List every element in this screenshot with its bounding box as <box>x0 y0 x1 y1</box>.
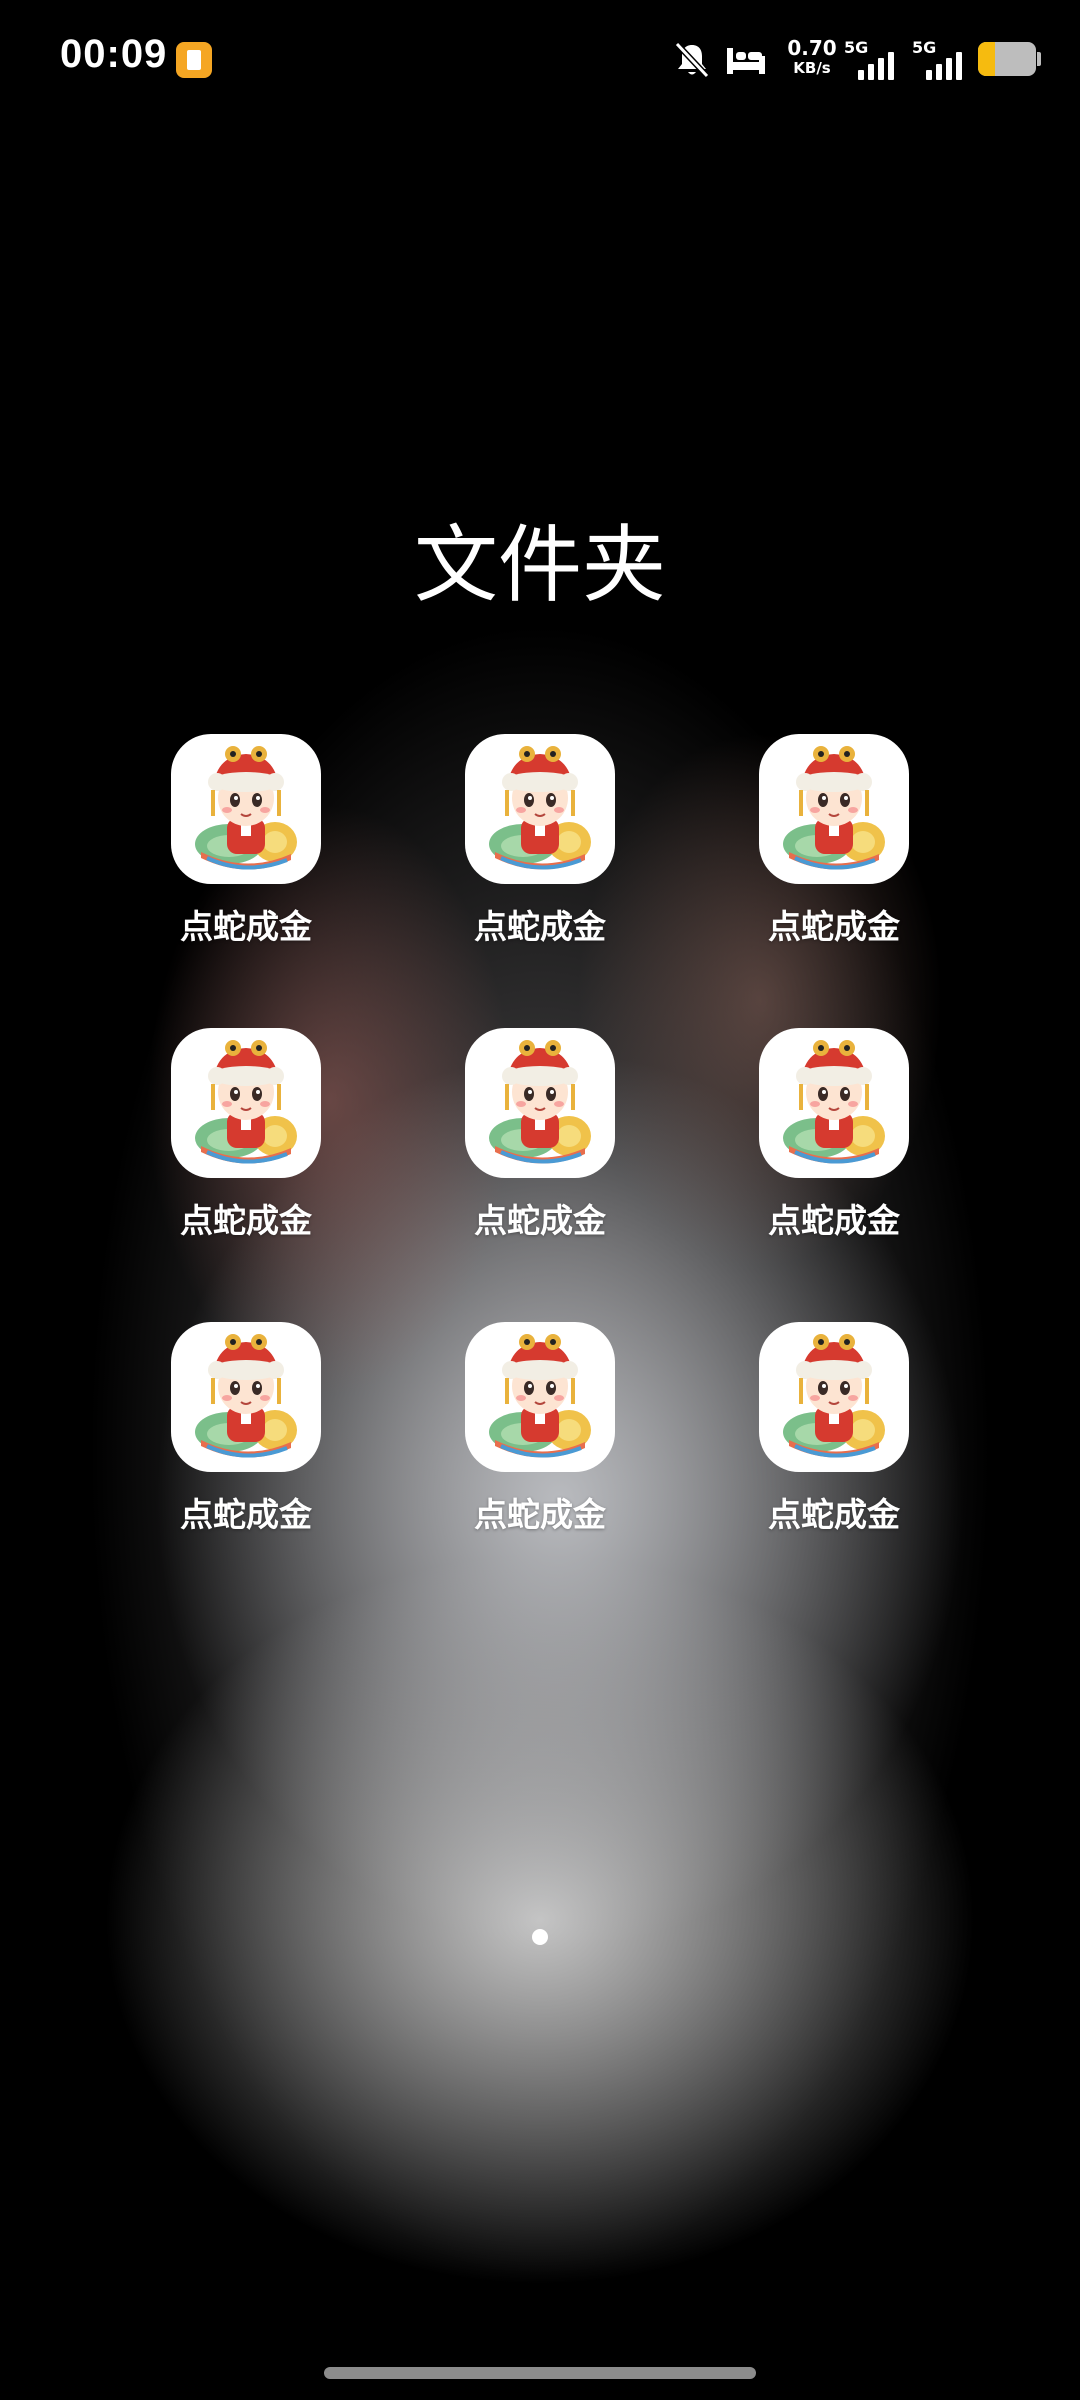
app-4[interactable]: 点蛇成金 <box>136 1028 356 1248</box>
app-icon[interactable] <box>759 734 909 884</box>
app-label: 点蛇成金 <box>474 1201 606 1240</box>
app-icon[interactable] <box>759 1028 909 1178</box>
snake-mascot-icon <box>489 1040 591 1164</box>
folder-app-grid: 点蛇成金 点蛇成金 点蛇成金 点蛇成金 点蛇成金 点蛇成金 点蛇成金 点蛇成金 … <box>0 0 1080 2400</box>
snake-mascot-icon <box>783 1040 885 1164</box>
app-3[interactable]: 点蛇成金 <box>724 734 944 954</box>
snake-mascot-icon <box>783 746 885 870</box>
phone-screen: 00:09 0.70 KB/s 5G 5G 文件夹 点蛇成金 点蛇成金 点蛇成金… <box>0 0 1080 2400</box>
app-icon[interactable] <box>465 734 615 884</box>
gesture-home-bar[interactable] <box>324 2367 756 2379</box>
app-label: 点蛇成金 <box>180 907 312 946</box>
app-label: 点蛇成金 <box>474 907 606 946</box>
app-label: 点蛇成金 <box>768 1495 900 1534</box>
app-2[interactable]: 点蛇成金 <box>430 734 650 954</box>
app-icon[interactable] <box>465 1322 615 1472</box>
app-7[interactable]: 点蛇成金 <box>136 1322 356 1542</box>
app-icon[interactable] <box>171 1322 321 1472</box>
app-9[interactable]: 点蛇成金 <box>724 1322 944 1542</box>
app-label: 点蛇成金 <box>768 1201 900 1240</box>
app-1[interactable]: 点蛇成金 <box>136 734 356 954</box>
app-label: 点蛇成金 <box>768 907 900 946</box>
snake-mascot-icon <box>195 1334 297 1458</box>
page-indicator-dot <box>532 1929 548 1945</box>
app-icon[interactable] <box>171 1028 321 1178</box>
app-icon[interactable] <box>465 1028 615 1178</box>
app-label: 点蛇成金 <box>180 1201 312 1240</box>
snake-mascot-icon <box>195 746 297 870</box>
app-6[interactable]: 点蛇成金 <box>724 1028 944 1248</box>
snake-mascot-icon <box>489 746 591 870</box>
snake-mascot-icon <box>489 1334 591 1458</box>
app-label: 点蛇成金 <box>180 1495 312 1534</box>
app-icon[interactable] <box>171 734 321 884</box>
snake-mascot-icon <box>783 1334 885 1458</box>
app-icon[interactable] <box>759 1322 909 1472</box>
app-5[interactable]: 点蛇成金 <box>430 1028 650 1248</box>
snake-mascot-icon <box>195 1040 297 1164</box>
app-8[interactable]: 点蛇成金 <box>430 1322 650 1542</box>
app-label: 点蛇成金 <box>474 1495 606 1534</box>
